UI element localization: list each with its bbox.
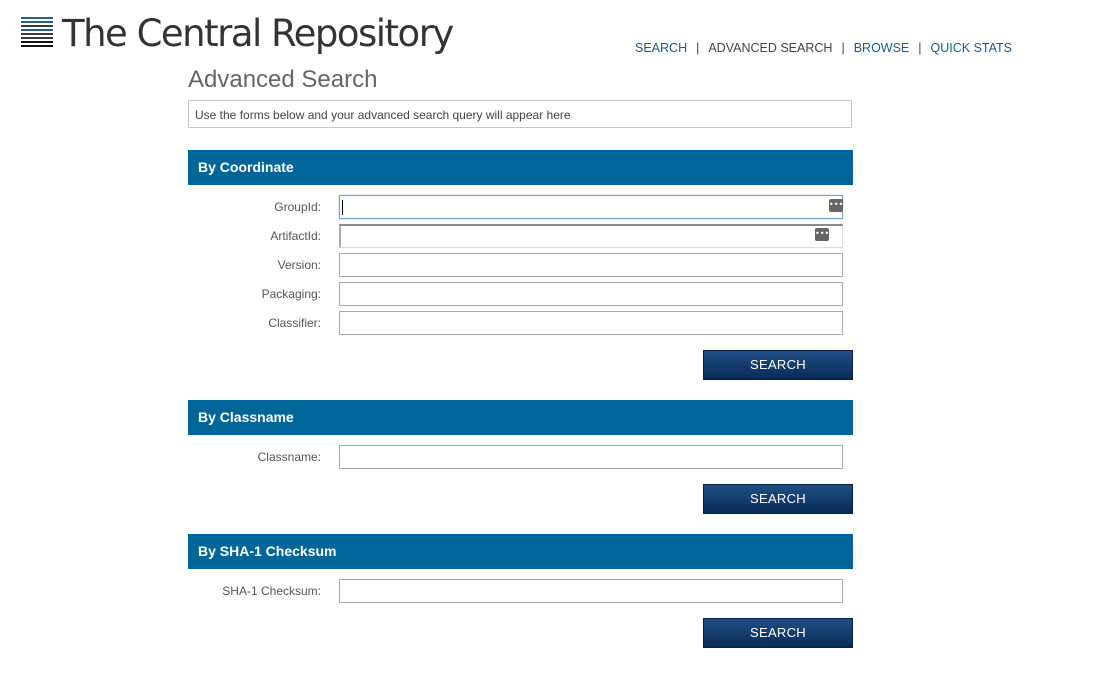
classifier-row: Classifier:	[188, 311, 853, 335]
sha1-search-button[interactable]: SEARCH	[703, 618, 853, 648]
packaging-row: Packaging:	[188, 282, 853, 306]
password-manager-icon[interactable]: •••	[815, 228, 829, 241]
nav-separator: |	[841, 41, 845, 55]
site-title: The Central Repository	[62, 12, 454, 55]
artifactid-label: ArtifactId:	[270, 229, 321, 243]
artifactid-row: ArtifactId: •••	[188, 224, 853, 248]
groupid-label: GroupId:	[274, 200, 321, 214]
nav-advanced-search[interactable]: ADVANCED SEARCH	[708, 41, 832, 55]
site-logo[interactable]: The Central Repository	[21, 10, 454, 58]
classname-input[interactable]	[339, 445, 843, 469]
packaging-label: Packaging:	[261, 287, 321, 301]
nav-browse[interactable]: BROWSE	[854, 41, 910, 55]
password-manager-icon[interactable]: •••	[829, 199, 843, 212]
groupid-input[interactable]	[339, 195, 843, 219]
version-label: Version:	[277, 258, 321, 272]
nav-search[interactable]: SEARCH	[635, 41, 687, 55]
section-header-coordinate: By Coordinate	[188, 150, 853, 185]
section-header-classname: By Classname	[188, 400, 853, 435]
groupid-row: GroupId: •••	[188, 195, 853, 219]
page-title: Advanced Search	[188, 66, 378, 93]
classname-search-button[interactable]: SEARCH	[703, 484, 853, 514]
sha1-row: SHA-1 Checksum:	[188, 579, 853, 603]
classifier-label: Classifier:	[268, 316, 321, 330]
sha1-input[interactable]	[339, 579, 843, 603]
artifactid-input[interactable]	[339, 224, 843, 248]
nav-quick-stats[interactable]: QUICK STATS	[931, 41, 1013, 55]
section-header-sha1: By SHA-1 Checksum	[188, 534, 853, 569]
classname-row: Classname:	[188, 445, 853, 469]
nav-separator: |	[918, 41, 922, 55]
sha1-label: SHA-1 Checksum:	[222, 584, 321, 598]
version-input[interactable]	[339, 253, 843, 277]
coordinate-search-button[interactable]: SEARCH	[703, 350, 853, 380]
repository-stack-icon	[21, 17, 53, 49]
nav-separator: |	[696, 41, 700, 55]
packaging-input[interactable]	[339, 282, 843, 306]
classifier-input[interactable]	[339, 311, 843, 335]
classname-label: Classname:	[257, 450, 321, 464]
top-nav: SEARCH | ADVANCED SEARCH | BROWSE | QUICK STAT…	[635, 41, 1012, 55]
version-row: Version:	[188, 253, 853, 277]
query-preview: Use the forms below and your advanced se…	[188, 100, 852, 128]
